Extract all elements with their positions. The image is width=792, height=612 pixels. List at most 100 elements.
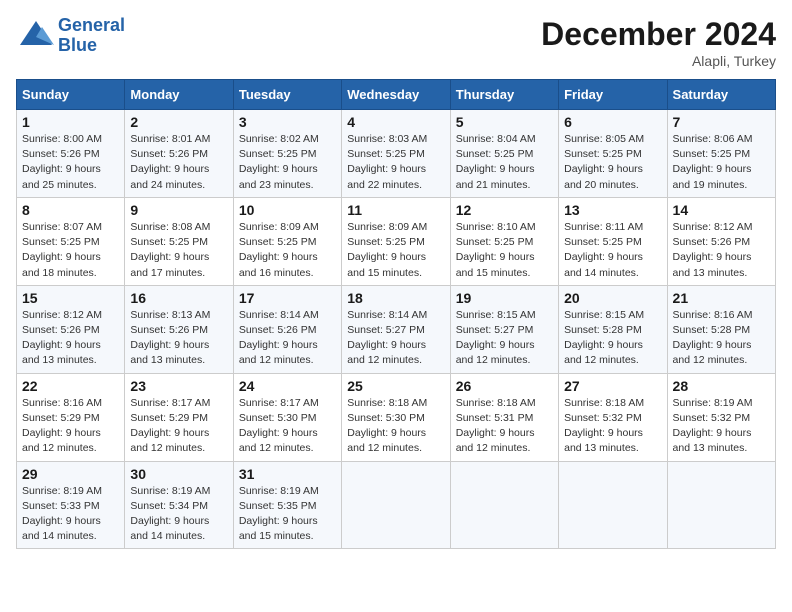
day-number: 11: [347, 202, 444, 218]
calendar-week-row: 22 Sunrise: 8:16 AM Sunset: 5:29 PM Dayl…: [17, 373, 776, 461]
sunrise-text: Sunrise: 8:02 AM: [239, 133, 319, 145]
sunset-text: Sunset: 5:25 PM: [673, 148, 751, 160]
calendar-cell: 30 Sunrise: 8:19 AM Sunset: 5:34 PM Dayl…: [125, 461, 233, 549]
day-number: 12: [456, 202, 553, 218]
daylight-text: Daylight: 9 hours and 13 minutes.: [130, 339, 209, 366]
daylight-text: Daylight: 9 hours and 14 minutes.: [130, 515, 209, 542]
calendar-cell: 13 Sunrise: 8:11 AM Sunset: 5:25 PM Dayl…: [559, 197, 667, 285]
calendar-cell: 2 Sunrise: 8:01 AM Sunset: 5:26 PM Dayli…: [125, 110, 233, 198]
calendar-cell: 20 Sunrise: 8:15 AM Sunset: 5:28 PM Dayl…: [559, 285, 667, 373]
title-block: December 2024 Alapli, Turkey: [541, 16, 776, 69]
calendar-cell: 31 Sunrise: 8:19 AM Sunset: 5:35 PM Dayl…: [233, 461, 341, 549]
sunrise-text: Sunrise: 8:18 AM: [456, 397, 536, 409]
day-number: 24: [239, 378, 336, 394]
sunset-text: Sunset: 5:29 PM: [130, 412, 208, 424]
daylight-text: Daylight: 9 hours and 18 minutes.: [22, 251, 101, 278]
location: Alapli, Turkey: [541, 53, 776, 69]
calendar-week-row: 15 Sunrise: 8:12 AM Sunset: 5:26 PM Dayl…: [17, 285, 776, 373]
day-info: Sunrise: 8:04 AM Sunset: 5:25 PM Dayligh…: [456, 132, 553, 193]
calendar-cell: 27 Sunrise: 8:18 AM Sunset: 5:32 PM Dayl…: [559, 373, 667, 461]
sunrise-text: Sunrise: 8:18 AM: [564, 397, 644, 409]
calendar-cell: 28 Sunrise: 8:19 AM Sunset: 5:32 PM Dayl…: [667, 373, 775, 461]
sunrise-text: Sunrise: 8:18 AM: [347, 397, 427, 409]
day-number: 31: [239, 466, 336, 482]
calendar-cell: 23 Sunrise: 8:17 AM Sunset: 5:29 PM Dayl…: [125, 373, 233, 461]
sunrise-text: Sunrise: 8:15 AM: [456, 309, 536, 321]
calendar-week-row: 8 Sunrise: 8:07 AM Sunset: 5:25 PM Dayli…: [17, 197, 776, 285]
header-day-wednesday: Wednesday: [342, 80, 450, 110]
sunset-text: Sunset: 5:26 PM: [673, 236, 751, 248]
sunrise-text: Sunrise: 8:00 AM: [22, 133, 102, 145]
sunset-text: Sunset: 5:28 PM: [564, 324, 642, 336]
day-number: 9: [130, 202, 227, 218]
sunrise-text: Sunrise: 8:12 AM: [673, 221, 753, 233]
sunset-text: Sunset: 5:26 PM: [130, 148, 208, 160]
sunset-text: Sunset: 5:26 PM: [130, 324, 208, 336]
day-number: 13: [564, 202, 661, 218]
daylight-text: Daylight: 9 hours and 15 minutes.: [456, 251, 535, 278]
day-info: Sunrise: 8:05 AM Sunset: 5:25 PM Dayligh…: [564, 132, 661, 193]
header-day-tuesday: Tuesday: [233, 80, 341, 110]
calendar-body: 1 Sunrise: 8:00 AM Sunset: 5:26 PM Dayli…: [17, 110, 776, 549]
daylight-text: Daylight: 9 hours and 12 minutes.: [456, 427, 535, 454]
calendar-cell: 26 Sunrise: 8:18 AM Sunset: 5:31 PM Dayl…: [450, 373, 558, 461]
daylight-text: Daylight: 9 hours and 13 minutes.: [22, 339, 101, 366]
calendar-header-row: SundayMondayTuesdayWednesdayThursdayFrid…: [17, 80, 776, 110]
day-number: 16: [130, 290, 227, 306]
day-info: Sunrise: 8:03 AM Sunset: 5:25 PM Dayligh…: [347, 132, 444, 193]
daylight-text: Daylight: 9 hours and 12 minutes.: [564, 339, 643, 366]
sunset-text: Sunset: 5:29 PM: [22, 412, 100, 424]
day-number: 14: [673, 202, 770, 218]
sunset-text: Sunset: 5:31 PM: [456, 412, 534, 424]
sunrise-text: Sunrise: 8:04 AM: [456, 133, 536, 145]
sunset-text: Sunset: 5:27 PM: [347, 324, 425, 336]
sunset-text: Sunset: 5:25 PM: [347, 148, 425, 160]
logo: General Blue: [16, 16, 125, 56]
day-info: Sunrise: 8:07 AM Sunset: 5:25 PM Dayligh…: [22, 220, 119, 281]
calendar-cell: 6 Sunrise: 8:05 AM Sunset: 5:25 PM Dayli…: [559, 110, 667, 198]
day-info: Sunrise: 8:18 AM Sunset: 5:32 PM Dayligh…: [564, 396, 661, 457]
sunrise-text: Sunrise: 8:03 AM: [347, 133, 427, 145]
calendar-table: SundayMondayTuesdayWednesdayThursdayFrid…: [16, 79, 776, 549]
sunrise-text: Sunrise: 8:05 AM: [564, 133, 644, 145]
day-info: Sunrise: 8:11 AM Sunset: 5:25 PM Dayligh…: [564, 220, 661, 281]
sunrise-text: Sunrise: 8:14 AM: [347, 309, 427, 321]
daylight-text: Daylight: 9 hours and 12 minutes.: [456, 339, 535, 366]
day-info: Sunrise: 8:17 AM Sunset: 5:29 PM Dayligh…: [130, 396, 227, 457]
sunrise-text: Sunrise: 8:10 AM: [456, 221, 536, 233]
day-number: 27: [564, 378, 661, 394]
day-number: 22: [22, 378, 119, 394]
sunrise-text: Sunrise: 8:16 AM: [22, 397, 102, 409]
sunrise-text: Sunrise: 8:17 AM: [130, 397, 210, 409]
day-info: Sunrise: 8:19 AM Sunset: 5:32 PM Dayligh…: [673, 396, 770, 457]
calendar-cell: 9 Sunrise: 8:08 AM Sunset: 5:25 PM Dayli…: [125, 197, 233, 285]
calendar-cell: [667, 461, 775, 549]
sunset-text: Sunset: 5:34 PM: [130, 500, 208, 512]
day-number: 19: [456, 290, 553, 306]
calendar-cell: [559, 461, 667, 549]
calendar-cell: 21 Sunrise: 8:16 AM Sunset: 5:28 PM Dayl…: [667, 285, 775, 373]
logo-icon: [16, 17, 54, 55]
sunrise-text: Sunrise: 8:19 AM: [239, 485, 319, 497]
page-header: General Blue December 2024 Alapli, Turke…: [16, 16, 776, 69]
sunset-text: Sunset: 5:26 PM: [22, 148, 100, 160]
daylight-text: Daylight: 9 hours and 14 minutes.: [22, 515, 101, 542]
daylight-text: Daylight: 9 hours and 12 minutes.: [347, 427, 426, 454]
day-info: Sunrise: 8:16 AM Sunset: 5:29 PM Dayligh…: [22, 396, 119, 457]
day-info: Sunrise: 8:12 AM Sunset: 5:26 PM Dayligh…: [673, 220, 770, 281]
day-number: 8: [22, 202, 119, 218]
header-day-monday: Monday: [125, 80, 233, 110]
calendar-cell: 11 Sunrise: 8:09 AM Sunset: 5:25 PM Dayl…: [342, 197, 450, 285]
day-info: Sunrise: 8:18 AM Sunset: 5:31 PM Dayligh…: [456, 396, 553, 457]
header-day-sunday: Sunday: [17, 80, 125, 110]
sunrise-text: Sunrise: 8:07 AM: [22, 221, 102, 233]
sunrise-text: Sunrise: 8:19 AM: [130, 485, 210, 497]
logo-text: General Blue: [58, 16, 125, 56]
daylight-text: Daylight: 9 hours and 12 minutes.: [347, 339, 426, 366]
daylight-text: Daylight: 9 hours and 12 minutes.: [22, 427, 101, 454]
sunset-text: Sunset: 5:25 PM: [564, 148, 642, 160]
calendar-cell: 24 Sunrise: 8:17 AM Sunset: 5:30 PM Dayl…: [233, 373, 341, 461]
daylight-text: Daylight: 9 hours and 12 minutes.: [239, 427, 318, 454]
day-info: Sunrise: 8:02 AM Sunset: 5:25 PM Dayligh…: [239, 132, 336, 193]
day-number: 5: [456, 114, 553, 130]
